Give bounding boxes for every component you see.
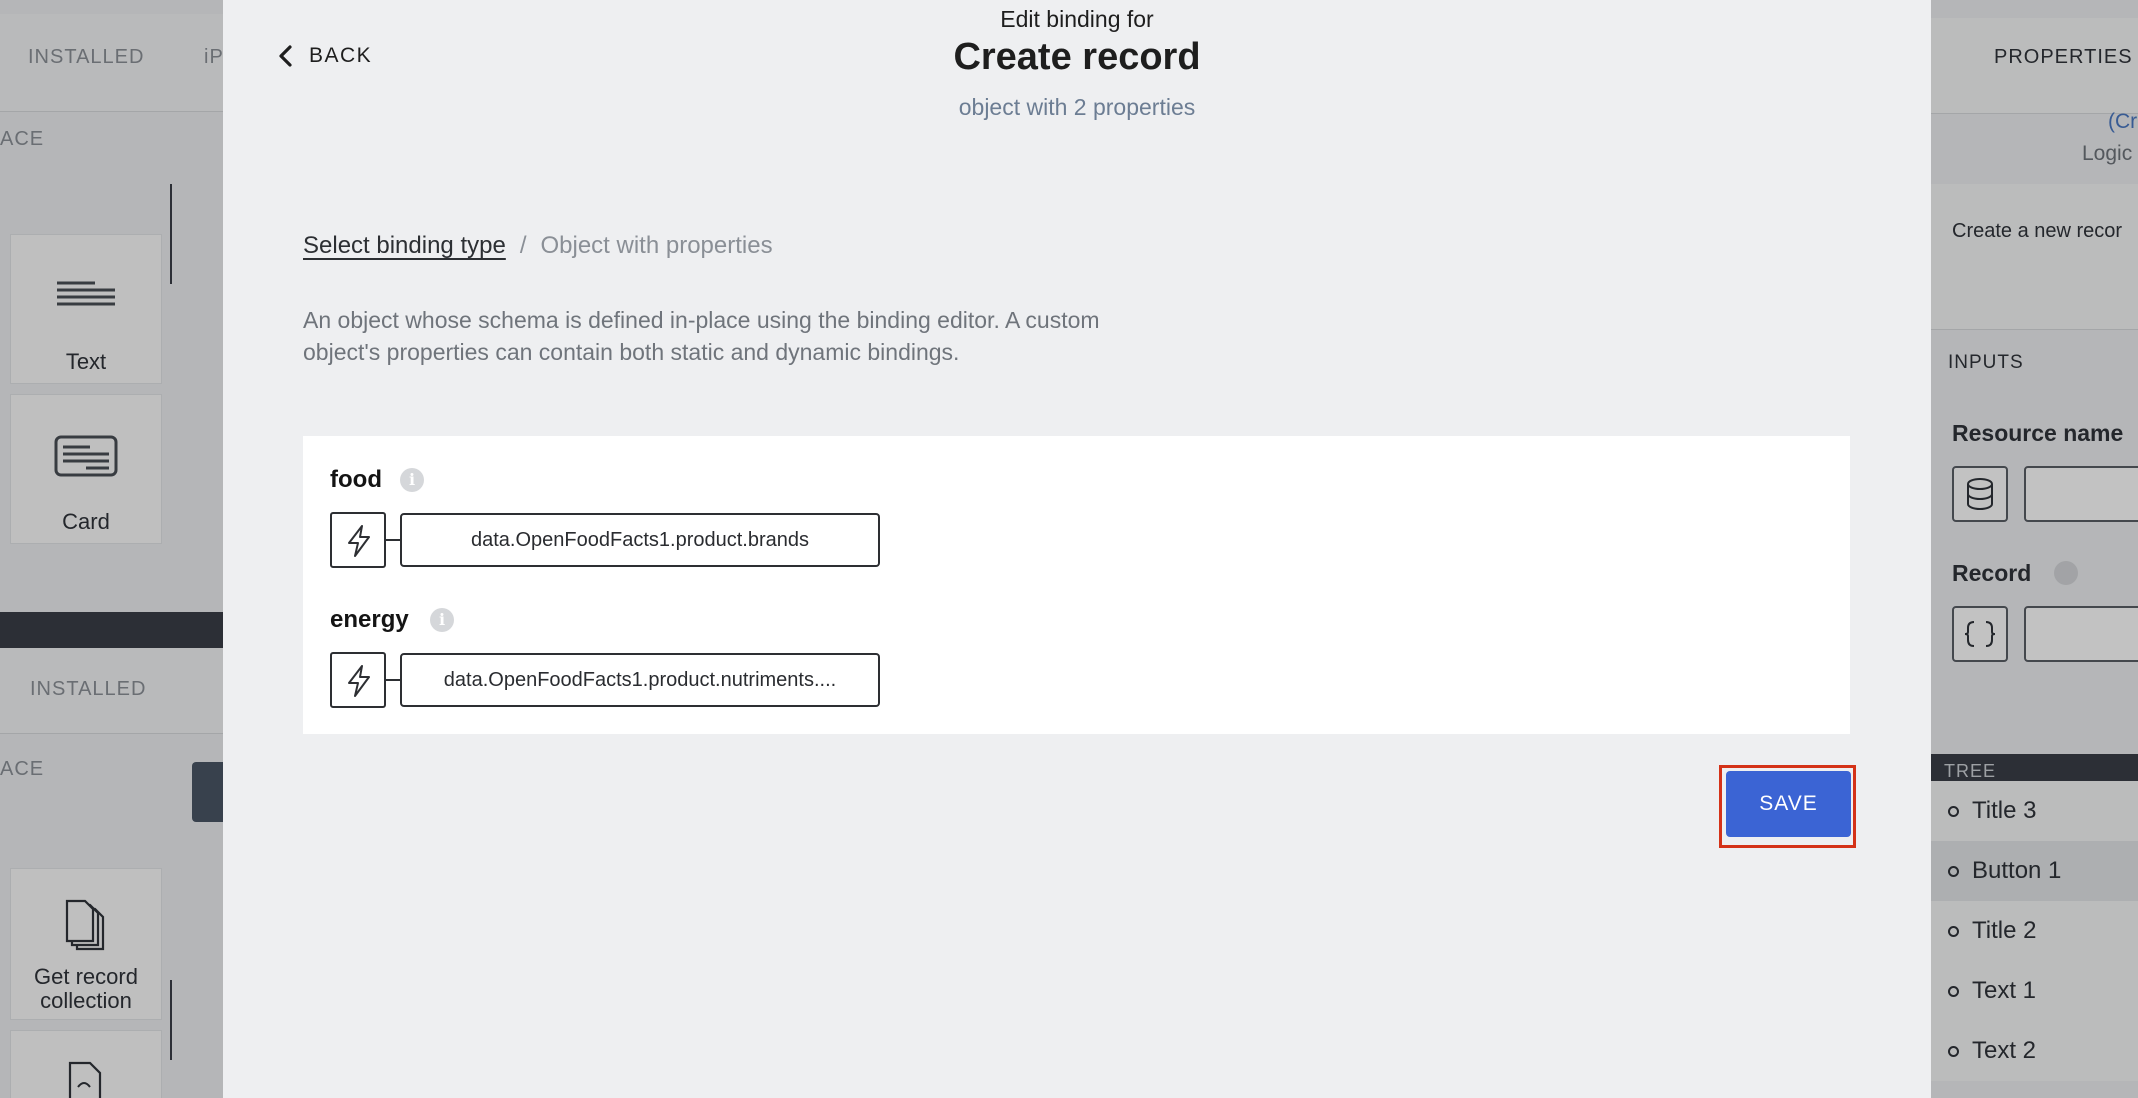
binding-type-button[interactable] — [330, 512, 386, 568]
properties-card: food i data.OpenFoodFacts1.product.brand… — [303, 436, 1850, 734]
lightning-icon — [348, 665, 370, 697]
info-icon[interactable]: i — [400, 468, 424, 492]
save-button[interactable]: SAVE — [1726, 771, 1851, 837]
binding-editor-modal: BACK Edit binding for Create record obje… — [223, 0, 1931, 1098]
info-icon[interactable]: i — [430, 608, 454, 632]
binding-type-button[interactable] — [330, 652, 386, 708]
breadcrumb-separator: / — [519, 232, 527, 259]
property-name: food — [330, 466, 382, 493]
breadcrumb-link-select-binding-type[interactable]: Select binding type — [303, 232, 506, 260]
lightning-icon — [348, 525, 370, 557]
binding-value-field[interactable]: data.OpenFoodFacts1.product.brands — [400, 513, 880, 567]
binding-connector — [386, 539, 400, 541]
binding-connector — [386, 679, 400, 681]
modal-kicker: Edit binding for — [1000, 6, 1154, 32]
breadcrumb-current: Object with properties — [540, 232, 773, 259]
modal-subtitle: object with 2 properties — [958, 94, 1196, 120]
modal-title: Create record — [953, 36, 1201, 78]
breadcrumb: Select binding type / Object with proper… — [303, 232, 773, 260]
property-name: energy — [330, 606, 409, 633]
binding-type-description: An object whose schema is defined in-pla… — [303, 307, 1100, 365]
binding-value-field[interactable]: data.OpenFoodFacts1.product.nutriments..… — [400, 653, 880, 707]
